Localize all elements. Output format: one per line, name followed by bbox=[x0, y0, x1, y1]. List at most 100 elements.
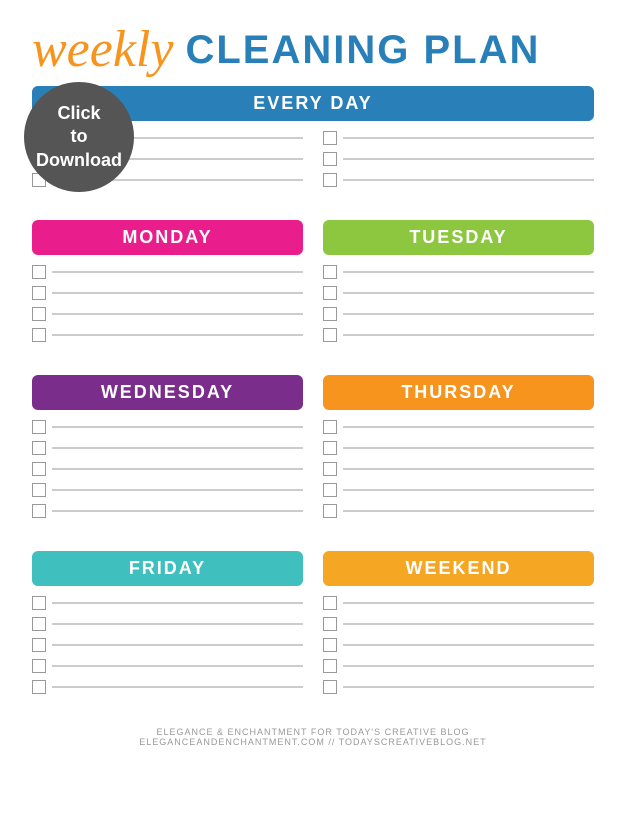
checkbox[interactable] bbox=[32, 596, 46, 610]
line bbox=[52, 686, 303, 688]
line bbox=[52, 602, 303, 604]
list-item bbox=[32, 420, 303, 434]
thursday-bar: THURSDAY bbox=[323, 375, 594, 410]
cleaning-plan-label: CLEANING PLAN bbox=[185, 30, 540, 70]
list-item bbox=[32, 265, 303, 279]
checkbox[interactable] bbox=[323, 173, 337, 187]
checkbox[interactable] bbox=[323, 680, 337, 694]
page: weekly CLEANING PLAN Click to Download E… bbox=[0, 0, 626, 817]
download-line1: Click bbox=[57, 102, 100, 125]
footer-line1: Elegance & Enchantment for Today's Creat… bbox=[32, 727, 594, 737]
line bbox=[343, 602, 594, 604]
checkbox[interactable] bbox=[32, 441, 46, 455]
checkbox[interactable] bbox=[323, 617, 337, 631]
checkbox[interactable] bbox=[323, 596, 337, 610]
list-item bbox=[32, 462, 303, 476]
checkbox[interactable] bbox=[323, 420, 337, 434]
list-item bbox=[32, 617, 303, 631]
checkbox[interactable] bbox=[323, 152, 337, 166]
wednesday-checklist bbox=[32, 416, 303, 529]
list-item bbox=[323, 596, 594, 610]
checkbox[interactable] bbox=[323, 504, 337, 518]
line bbox=[343, 179, 594, 181]
line bbox=[343, 292, 594, 294]
checkbox[interactable] bbox=[323, 659, 337, 673]
line bbox=[52, 334, 303, 336]
monday-bar: MONDAY bbox=[32, 220, 303, 255]
download-line3: Download bbox=[36, 149, 122, 172]
checkbox[interactable] bbox=[323, 131, 337, 145]
thursday-section: THURSDAY bbox=[323, 375, 594, 539]
checkbox[interactable] bbox=[32, 462, 46, 476]
checkbox[interactable] bbox=[32, 504, 46, 518]
checkbox[interactable] bbox=[32, 286, 46, 300]
list-item bbox=[323, 265, 594, 279]
monday-checklist bbox=[32, 261, 303, 353]
monday-tuesday-row: MONDAY TUESDAY bbox=[32, 220, 594, 363]
line bbox=[343, 313, 594, 315]
checkbox[interactable] bbox=[32, 617, 46, 631]
list-item bbox=[323, 152, 594, 166]
checkbox[interactable] bbox=[32, 483, 46, 497]
list-item bbox=[32, 659, 303, 673]
list-item bbox=[32, 680, 303, 694]
checkbox[interactable] bbox=[323, 441, 337, 455]
checkbox[interactable] bbox=[323, 286, 337, 300]
checkbox[interactable] bbox=[32, 659, 46, 673]
list-item bbox=[323, 131, 594, 145]
line bbox=[52, 510, 303, 512]
list-item bbox=[323, 441, 594, 455]
thursday-checklist bbox=[323, 416, 594, 529]
line bbox=[52, 292, 303, 294]
list-item bbox=[32, 483, 303, 497]
checkbox[interactable] bbox=[32, 328, 46, 342]
checkbox[interactable] bbox=[32, 680, 46, 694]
checkbox[interactable] bbox=[323, 462, 337, 476]
line bbox=[343, 137, 594, 139]
checkbox[interactable] bbox=[32, 638, 46, 652]
checkbox[interactable] bbox=[323, 265, 337, 279]
friday-section: FRIDAY bbox=[32, 551, 303, 715]
line bbox=[343, 447, 594, 449]
line bbox=[343, 334, 594, 336]
line bbox=[52, 623, 303, 625]
list-item bbox=[323, 483, 594, 497]
download-line2: to bbox=[71, 125, 88, 148]
tuesday-bar: TUESDAY bbox=[323, 220, 594, 255]
checkbox[interactable] bbox=[323, 328, 337, 342]
list-item bbox=[323, 659, 594, 673]
list-item bbox=[323, 638, 594, 652]
line bbox=[343, 468, 594, 470]
list-item bbox=[32, 307, 303, 321]
weekend-section: WEEKEND bbox=[323, 551, 594, 715]
line bbox=[343, 623, 594, 625]
line bbox=[52, 665, 303, 667]
line bbox=[52, 468, 303, 470]
line bbox=[343, 644, 594, 646]
list-item bbox=[323, 462, 594, 476]
list-item bbox=[323, 504, 594, 518]
friday-weekend-row: FRIDAY WEEKEND bbox=[32, 551, 594, 715]
checkbox[interactable] bbox=[32, 265, 46, 279]
footer: Elegance & Enchantment for Today's Creat… bbox=[32, 727, 594, 747]
checkbox[interactable] bbox=[32, 420, 46, 434]
download-button[interactable]: Click to Download bbox=[24, 82, 134, 192]
wednesday-section: WEDNESDAY bbox=[32, 375, 303, 539]
list-item bbox=[323, 420, 594, 434]
list-item bbox=[323, 680, 594, 694]
header: weekly CLEANING PLAN bbox=[32, 24, 594, 76]
line bbox=[343, 271, 594, 273]
wednesday-bar: WEDNESDAY bbox=[32, 375, 303, 410]
line bbox=[343, 489, 594, 491]
line bbox=[343, 510, 594, 512]
list-item bbox=[32, 504, 303, 518]
every-day-col-right bbox=[323, 127, 594, 208]
line bbox=[343, 426, 594, 428]
every-day-checklist-right bbox=[323, 127, 594, 198]
checkbox[interactable] bbox=[32, 307, 46, 321]
checkbox[interactable] bbox=[323, 638, 337, 652]
checkbox[interactable] bbox=[323, 307, 337, 321]
checkbox[interactable] bbox=[323, 483, 337, 497]
weekend-checklist bbox=[323, 592, 594, 705]
line bbox=[52, 426, 303, 428]
